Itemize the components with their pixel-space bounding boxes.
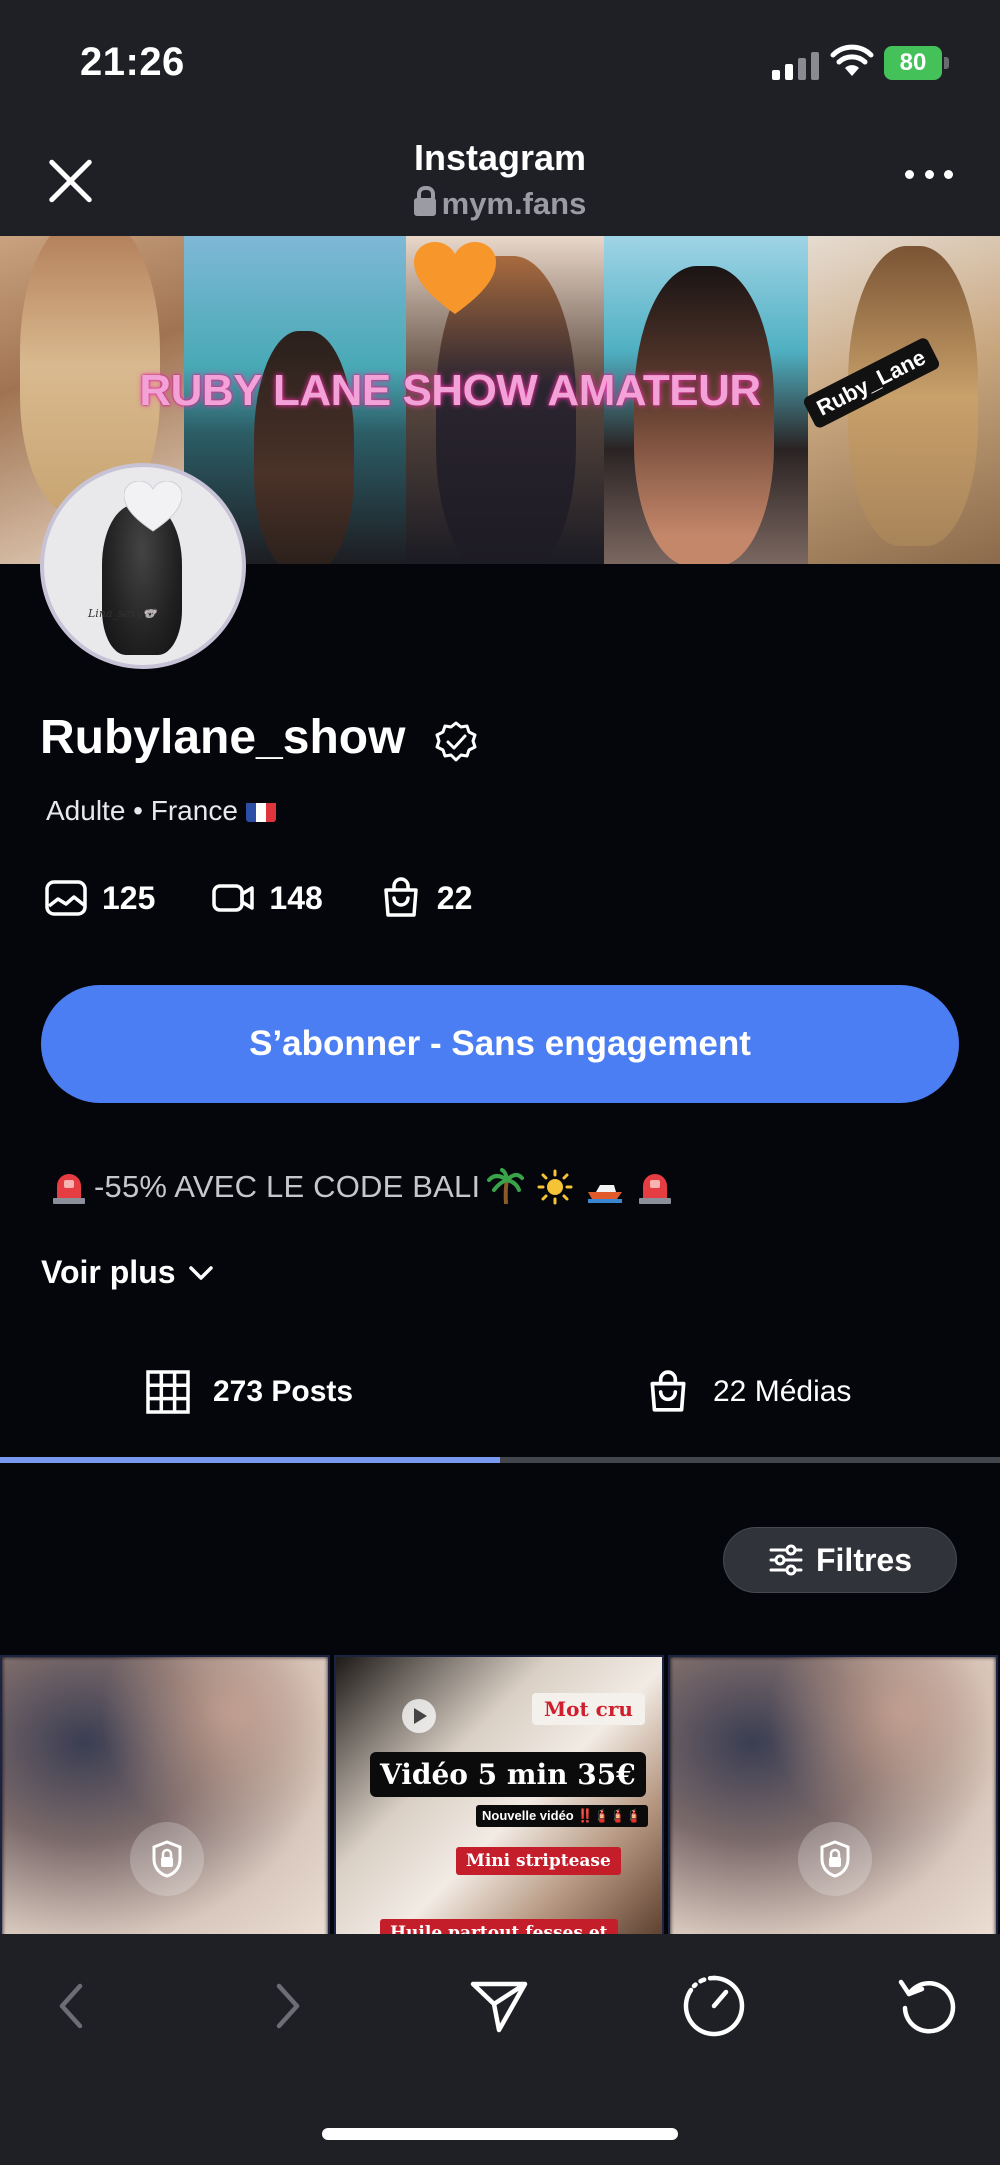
subscribe-button[interactable]: S’abonner - Sans engagement bbox=[41, 985, 959, 1103]
speed-button[interactable] bbox=[682, 1974, 746, 2038]
sun-icon bbox=[537, 1169, 573, 1205]
voir-plus-button[interactable]: Voir plus bbox=[41, 1254, 214, 1291]
cellular-signal-icon bbox=[772, 50, 820, 80]
lock-icon bbox=[413, 186, 436, 216]
speedometer-icon bbox=[683, 1975, 745, 2037]
more-options-icon[interactable] bbox=[905, 170, 953, 182]
send-icon bbox=[470, 1981, 528, 2033]
video-icon bbox=[212, 884, 255, 912]
chevron-left-icon bbox=[59, 1983, 83, 2029]
reload-button[interactable] bbox=[895, 1974, 959, 2038]
wifi-icon bbox=[830, 44, 874, 76]
lock-icon bbox=[798, 1822, 872, 1896]
chevron-down-icon bbox=[188, 1265, 213, 1280]
filters-label: Filtres bbox=[815, 1541, 913, 1578]
siren-icon bbox=[639, 1174, 672, 1204]
play-icon bbox=[402, 1699, 436, 1733]
palm-tree-icon bbox=[487, 1168, 525, 1205]
post-locked-2[interactable] bbox=[668, 1655, 998, 1935]
post-video[interactable]: Mot cru Vidéo 5 min 35€ Nouvelle vidéo ‼… bbox=[334, 1655, 664, 1935]
back-button[interactable] bbox=[40, 1974, 104, 2038]
share-button[interactable] bbox=[467, 1974, 531, 2038]
close-icon[interactable] bbox=[40, 150, 102, 212]
photo-icon bbox=[45, 880, 87, 916]
filters-button[interactable]: Filtres bbox=[723, 1527, 957, 1593]
promo-text: -55% AVEC LE CODE BALI bbox=[44, 1168, 680, 1206]
profile-meta: Adulte • France bbox=[46, 795, 276, 827]
post-label-mini: Mini striptease bbox=[456, 1847, 621, 1875]
lock-icon bbox=[130, 1822, 204, 1896]
stat-videos: 148 bbox=[211, 876, 323, 920]
browser-url-text: mym.fans bbox=[441, 186, 587, 221]
orange-heart-icon bbox=[414, 242, 496, 314]
verified-badge-icon bbox=[435, 721, 477, 762]
bag-icon bbox=[650, 1370, 686, 1412]
banner-overlay-text: RUBY LANE SHOW AMATEUR bbox=[139, 366, 761, 415]
post-label-huile: Huile partout fesses et bbox=[380, 1919, 618, 1935]
boat-icon bbox=[588, 1185, 623, 1203]
promo-label: -55% AVEC LE CODE BALI bbox=[94, 1169, 481, 1204]
post-title: Vidéo 5 min 35€ bbox=[370, 1752, 646, 1797]
siren-icon bbox=[53, 1174, 85, 1204]
post-grid: Mot cru Vidéo 5 min 35€ Nouvelle vidéo ‼… bbox=[0, 1655, 1000, 1935]
post-locked-1[interactable] bbox=[0, 1655, 330, 1935]
tab-active-indicator bbox=[0, 1457, 500, 1463]
post-tag: Mot cru bbox=[532, 1693, 645, 1725]
browser-url[interactable]: mym.fans bbox=[300, 186, 700, 222]
battery-icon: 80 bbox=[884, 46, 950, 80]
grid-icon bbox=[146, 1370, 190, 1414]
tab-medias[interactable]: 22 Médias bbox=[645, 1362, 851, 1422]
battery-level: 80 bbox=[884, 46, 942, 80]
tab-medias-label: 22 Médias bbox=[713, 1375, 852, 1408]
voir-plus-label: Voir plus bbox=[41, 1254, 176, 1290]
avatar[interactable]: Lina_sexy🐨 bbox=[40, 463, 246, 669]
stat-photos-value: 125 bbox=[102, 879, 156, 916]
chevron-right-icon bbox=[276, 1983, 300, 2029]
profile-meta-text: Adulte • France bbox=[46, 795, 238, 826]
sliders-icon bbox=[769, 1544, 803, 1576]
post-subtitle: Nouvelle vidéo ‼️🧯🧯🧯 bbox=[476, 1805, 649, 1827]
stat-photos: 125 bbox=[44, 876, 155, 920]
stat-medias: 22 bbox=[379, 876, 473, 920]
profile-stats: 125 148 22 bbox=[44, 875, 528, 921]
reload-icon bbox=[898, 1979, 956, 2034]
browser-title: Instagram bbox=[413, 137, 587, 178]
forward-button[interactable] bbox=[255, 1974, 319, 2038]
bag-icon bbox=[384, 877, 418, 917]
profile-name: Rubylane_show bbox=[40, 711, 406, 764]
tab-posts[interactable]: 273 Posts bbox=[145, 1362, 353, 1422]
tab-posts-label: 273 Posts bbox=[213, 1375, 354, 1408]
status-time: 21:26 bbox=[80, 40, 185, 84]
white-heart-icon bbox=[124, 481, 182, 532]
stat-videos-value: 148 bbox=[269, 879, 323, 916]
home-indicator[interactable] bbox=[322, 2128, 678, 2140]
avatar-signature: Lina_sexy🐨 bbox=[88, 607, 157, 620]
france-flag-icon bbox=[245, 800, 276, 822]
stat-medias-value: 22 bbox=[436, 879, 473, 916]
